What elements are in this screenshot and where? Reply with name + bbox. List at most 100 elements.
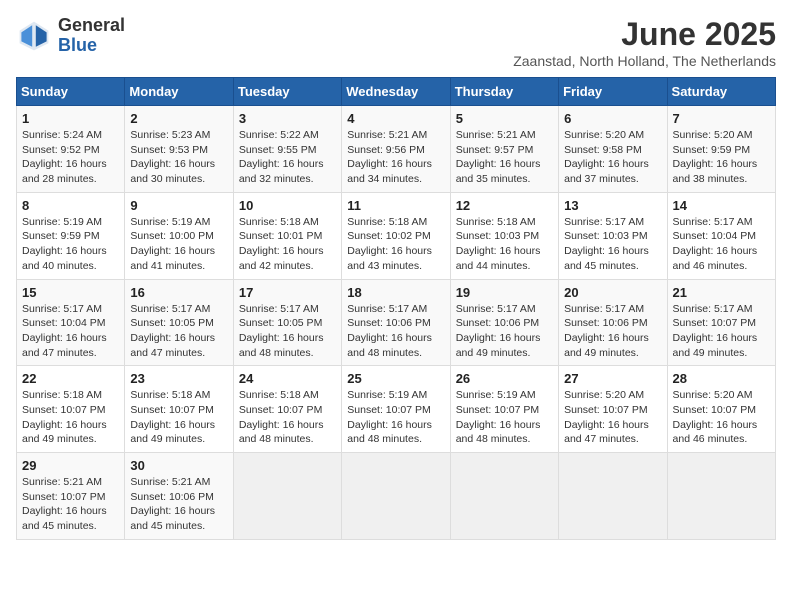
table-row: 22Sunrise: 5:18 AMSunset: 10:07 PMDaylig… bbox=[17, 366, 125, 453]
day-detail: Sunrise: 5:20 AMSunset: 10:07 PMDaylight… bbox=[564, 388, 661, 447]
table-row: 26 Sunrise: 5:19 AMSunset: 10:07 PMDaylig… bbox=[450, 366, 558, 453]
day-number: 16 bbox=[130, 285, 227, 300]
day-detail: Sunrise: 5:19 AMSunset: 10:07 PMDaylight… bbox=[456, 388, 553, 447]
calendar-week-row: 1 Sunrise: 5:24 AMSunset: 9:52 PMDaylight… bbox=[17, 106, 776, 193]
calendar-week-row: 15 Sunrise: 5:17 AMSunset: 10:04 PMDaylig… bbox=[17, 279, 776, 366]
calendar-table: Sunday Monday Tuesday Wednesday Thursday… bbox=[16, 77, 776, 540]
day-number: 12 bbox=[456, 198, 553, 213]
header-monday: Monday bbox=[125, 78, 233, 106]
day-detail: Sunrise: 5:19 AMSunset: 10:00 PMDaylight… bbox=[130, 215, 227, 274]
day-number: 5 bbox=[456, 111, 553, 126]
table-row: 30 Sunrise: 5:21 AMSunset: 10:06 PMDaylig… bbox=[125, 453, 233, 540]
day-detail: Sunrise: 5:22 AMSunset: 9:55 PMDaylight:… bbox=[239, 128, 336, 187]
table-row bbox=[667, 453, 775, 540]
table-row: 4 Sunrise: 5:21 AMSunset: 9:56 PMDaylight… bbox=[342, 106, 450, 193]
table-row: 20 Sunrise: 5:17 AMSunset: 10:06 PMDaylig… bbox=[559, 279, 667, 366]
table-row: 2Sunrise: 5:23 AMSunset: 9:53 PMDaylight… bbox=[125, 106, 233, 193]
logo-blue: Blue bbox=[58, 35, 97, 55]
day-number: 11 bbox=[347, 198, 444, 213]
calendar-week-row: 8 Sunrise: 5:19 AMSunset: 9:59 PMDaylight… bbox=[17, 192, 776, 279]
day-number: 10 bbox=[239, 198, 336, 213]
table-row: 9 Sunrise: 5:19 AMSunset: 10:00 PMDayligh… bbox=[125, 192, 233, 279]
table-row: 27 Sunrise: 5:20 AMSunset: 10:07 PMDaylig… bbox=[559, 366, 667, 453]
table-row: 23Sunrise: 5:18 AMSunset: 10:07 PMDaylig… bbox=[125, 366, 233, 453]
day-number: 9 bbox=[130, 198, 227, 213]
location: Zaanstad, North Holland, The Netherlands bbox=[513, 53, 776, 69]
logo-icon bbox=[16, 18, 52, 54]
header-friday: Friday bbox=[559, 78, 667, 106]
day-detail: Sunrise: 5:17 AMSunset: 10:04 PMDaylight… bbox=[22, 302, 119, 361]
day-detail: Sunrise: 5:20 AMSunset: 9:58 PMDaylight:… bbox=[564, 128, 661, 187]
day-number: 20 bbox=[564, 285, 661, 300]
title-block: June 2025 Zaanstad, North Holland, The N… bbox=[513, 16, 776, 69]
day-detail: Sunrise: 5:18 AMSunset: 10:07 PMDaylight… bbox=[130, 388, 227, 447]
day-number: 2 bbox=[130, 111, 227, 126]
table-row: 17 Sunrise: 5:17 AMSunset: 10:05 PMDaylig… bbox=[233, 279, 341, 366]
day-detail: Sunrise: 5:21 AMSunset: 9:57 PMDaylight:… bbox=[456, 128, 553, 187]
table-row: 21 Sunrise: 5:17 AMSunset: 10:07 PMDaylig… bbox=[667, 279, 775, 366]
table-row: 19 Sunrise: 5:17 AMSunset: 10:06 PMDaylig… bbox=[450, 279, 558, 366]
day-detail: Sunrise: 5:17 AMSunset: 10:06 PMDaylight… bbox=[564, 302, 661, 361]
table-row: 29 Sunrise: 5:21 AMSunset: 10:07 PMDaylig… bbox=[17, 453, 125, 540]
logo-general: General bbox=[58, 15, 125, 35]
day-detail: Sunrise: 5:21 AMSunset: 10:07 PMDaylight… bbox=[22, 475, 119, 534]
day-number: 28 bbox=[673, 371, 770, 386]
table-row: 6 Sunrise: 5:20 AMSunset: 9:58 PMDaylight… bbox=[559, 106, 667, 193]
day-detail: Sunrise: 5:17 AMSunset: 10:05 PMDaylight… bbox=[130, 302, 227, 361]
table-row bbox=[342, 453, 450, 540]
table-row: 13 Sunrise: 5:17 AMSunset: 10:03 PMDaylig… bbox=[559, 192, 667, 279]
table-row: 10 Sunrise: 5:18 AMSunset: 10:01 PMDaylig… bbox=[233, 192, 341, 279]
table-row: 12Sunrise: 5:18 AMSunset: 10:03 PMDaylig… bbox=[450, 192, 558, 279]
day-number: 3 bbox=[239, 111, 336, 126]
day-number: 30 bbox=[130, 458, 227, 473]
day-detail: Sunrise: 5:17 AMSunset: 10:06 PMDaylight… bbox=[456, 302, 553, 361]
day-number: 1 bbox=[22, 111, 119, 126]
day-detail: Sunrise: 5:21 AMSunset: 10:06 PMDaylight… bbox=[130, 475, 227, 534]
day-number: 17 bbox=[239, 285, 336, 300]
table-row: 14 Sunrise: 5:17 AMSunset: 10:04 PMDaylig… bbox=[667, 192, 775, 279]
day-detail: Sunrise: 5:24 AMSunset: 9:52 PMDaylight:… bbox=[22, 128, 119, 187]
calendar-header-row: Sunday Monday Tuesday Wednesday Thursday… bbox=[17, 78, 776, 106]
table-row: 25 Sunrise: 5:19 AMSunset: 10:07 PMDaylig… bbox=[342, 366, 450, 453]
day-detail: Sunrise: 5:19 AMSunset: 10:07 PMDaylight… bbox=[347, 388, 444, 447]
day-number: 25 bbox=[347, 371, 444, 386]
day-number: 8 bbox=[22, 198, 119, 213]
table-row bbox=[559, 453, 667, 540]
header-tuesday: Tuesday bbox=[233, 78, 341, 106]
day-number: 19 bbox=[456, 285, 553, 300]
day-detail: Sunrise: 5:17 AMSunset: 10:07 PMDaylight… bbox=[673, 302, 770, 361]
table-row: 15 Sunrise: 5:17 AMSunset: 10:04 PMDaylig… bbox=[17, 279, 125, 366]
day-detail: Sunrise: 5:17 AMSunset: 10:05 PMDaylight… bbox=[239, 302, 336, 361]
header-sunday: Sunday bbox=[17, 78, 125, 106]
day-detail: Sunrise: 5:20 AMSunset: 10:07 PMDaylight… bbox=[673, 388, 770, 447]
table-row: 5 Sunrise: 5:21 AMSunset: 9:57 PMDaylight… bbox=[450, 106, 558, 193]
day-detail: Sunrise: 5:17 AMSunset: 10:04 PMDaylight… bbox=[673, 215, 770, 274]
header-saturday: Saturday bbox=[667, 78, 775, 106]
header-thursday: Thursday bbox=[450, 78, 558, 106]
calendar-week-row: 22 Sunrise: 5:18 AMSunset: 10:07 PMDaylig… bbox=[17, 366, 776, 453]
day-number: 6 bbox=[564, 111, 661, 126]
day-number: 13 bbox=[564, 198, 661, 213]
page-header: General Blue June 2025 Zaanstad, North H… bbox=[16, 16, 776, 69]
day-number: 4 bbox=[347, 111, 444, 126]
day-number: 27 bbox=[564, 371, 661, 386]
header-wednesday: Wednesday bbox=[342, 78, 450, 106]
day-detail: Sunrise: 5:21 AMSunset: 9:56 PMDaylight:… bbox=[347, 128, 444, 187]
day-number: 18 bbox=[347, 285, 444, 300]
day-number: 7 bbox=[673, 111, 770, 126]
table-row: 24 Sunrise: 5:18 AMSunset: 10:07 PMDaylig… bbox=[233, 366, 341, 453]
day-number: 21 bbox=[673, 285, 770, 300]
day-number: 26 bbox=[456, 371, 553, 386]
day-number: 24 bbox=[239, 371, 336, 386]
day-detail: Sunrise: 5:19 AMSunset: 9:59 PMDaylight:… bbox=[22, 215, 119, 274]
day-number: 15 bbox=[22, 285, 119, 300]
table-row: 11Sunrise: 5:18 AMSunset: 10:02 PMDaylig… bbox=[342, 192, 450, 279]
day-number: 29 bbox=[22, 458, 119, 473]
table-row: 7Sunrise: 5:20 AMSunset: 9:59 PMDaylight… bbox=[667, 106, 775, 193]
day-number: 14 bbox=[673, 198, 770, 213]
day-detail: Sunrise: 5:18 AMSunset: 10:01 PMDaylight… bbox=[239, 215, 336, 274]
day-detail: Sunrise: 5:17 AMSunset: 10:03 PMDaylight… bbox=[564, 215, 661, 274]
day-detail: Sunrise: 5:18 AMSunset: 10:07 PMDaylight… bbox=[239, 388, 336, 447]
day-number: 22 bbox=[22, 371, 119, 386]
table-row: 16 Sunrise: 5:17 AMSunset: 10:05 PMDaylig… bbox=[125, 279, 233, 366]
